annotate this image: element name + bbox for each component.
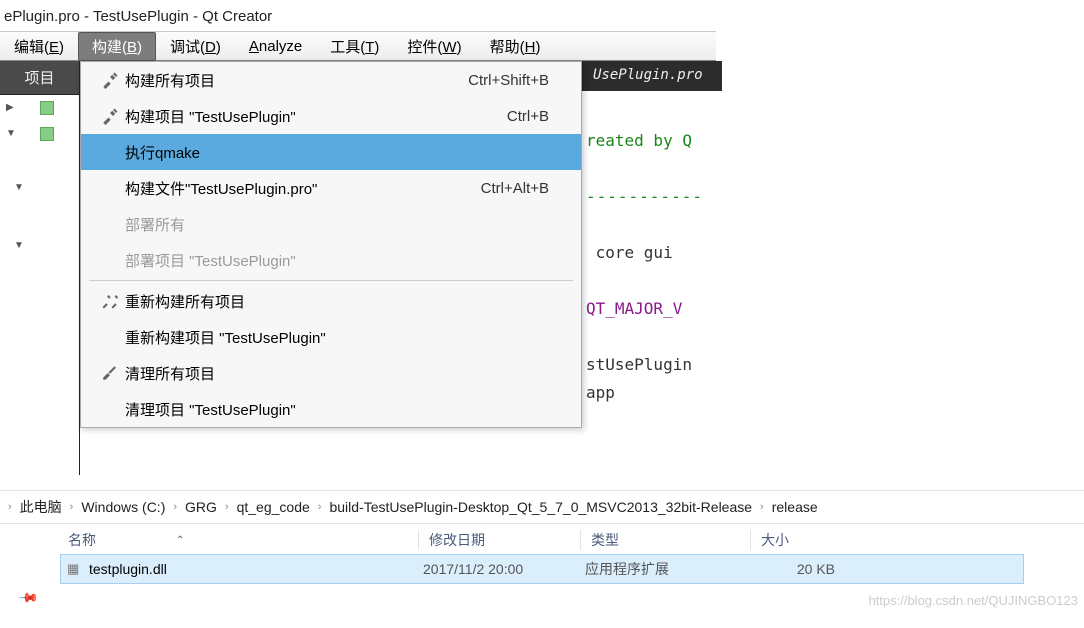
menu-build-all[interactable]: 构建所有项目 Ctrl+Shift+B <box>81 62 581 98</box>
menu-run-qmake[interactable]: 执行qmake <box>81 134 581 170</box>
menu-build[interactable]: 构建(B) <box>78 32 156 61</box>
menu-deploy-project: 部署项目 "TestUsePlugin" <box>81 242 581 278</box>
hammer-icon <box>95 71 125 89</box>
hammers-icon <box>95 292 125 310</box>
breadcrumb-seg[interactable]: release <box>772 499 818 515</box>
menu-debug[interactable]: 调试(D) <box>156 31 235 62</box>
chevron-right-icon: › <box>318 501 322 513</box>
menu-analyze[interactable]: Analyze <box>235 33 316 60</box>
broom-icon <box>95 364 125 382</box>
menu-build-project[interactable]: 构建项目 "TestUsePlugin" Ctrl+B <box>81 98 581 134</box>
chevron-down-icon: ▼ <box>14 182 26 194</box>
chevron-right-icon: › <box>225 501 229 513</box>
chevron-right-icon: › <box>760 501 764 513</box>
tree-row[interactable]: ▼ <box>0 233 79 259</box>
chevron-right-icon: › <box>70 501 74 513</box>
build-dropdown-menu: 构建所有项目 Ctrl+Shift+B 构建项目 "TestUsePlugin"… <box>80 61 582 428</box>
file-type: 应用程序扩展 <box>585 559 755 579</box>
menu-tools[interactable]: 工具(T) <box>316 31 393 62</box>
header-size[interactable]: 大小 <box>750 530 850 550</box>
file-size: 20 KB <box>755 561 835 577</box>
chevron-down-icon: ▼ <box>6 128 18 140</box>
menu-help[interactable]: 帮助(H) <box>476 31 555 62</box>
tree-row[interactable]: ▶ <box>0 95 79 121</box>
menu-build-file[interactable]: 构建文件"TestUsePlugin.pro" Ctrl+Alt+B <box>81 170 581 206</box>
menu-deploy-all: 部署所有 <box>81 206 581 242</box>
tree-row[interactable]: ▼ <box>0 121 79 147</box>
hammer-icon <box>95 107 125 125</box>
qt-project-icon <box>40 127 54 141</box>
menu-separator <box>89 280 573 281</box>
file-list-header[interactable]: 名称 ⌃ 修改日期 类型 大小 <box>0 524 1084 554</box>
editor-area: UsePlugin.pro reated by Q ----------- co… <box>582 61 722 443</box>
file-date: 2017/11/2 20:00 <box>423 561 585 577</box>
breadcrumb-seg[interactable]: qt_eg_code <box>237 499 310 515</box>
menu-rebuild-all[interactable]: 重新构建所有项目 <box>81 283 581 319</box>
file-row[interactable]: ▦ testplugin.dll 2017/11/2 20:00 应用程序扩展 … <box>60 554 1024 584</box>
menu-clean-all[interactable]: 清理所有项目 <box>81 355 581 391</box>
menu-edit[interactable]: 编辑(E) <box>0 31 78 62</box>
file-name: testplugin.dll <box>89 561 423 577</box>
header-date[interactable]: 修改日期 <box>418 530 580 550</box>
editor-tab[interactable]: UsePlugin.pro <box>582 61 722 91</box>
side-tab: 项目 ▶ ▼ ▼ ▼ <box>0 61 80 475</box>
header-name[interactable]: 名称 ⌃ <box>68 530 418 550</box>
side-tab-projects[interactable]: 项目 <box>0 61 79 95</box>
chevron-down-icon: ▼ <box>14 240 26 252</box>
explorer-section: › 此电脑 › Windows (C:) › GRG › qt_eg_code … <box>0 490 1084 584</box>
sort-asc-icon: ⌃ <box>176 535 184 546</box>
breadcrumb-seg[interactable]: 此电脑 <box>20 497 62 517</box>
chevron-right-icon: › <box>173 501 177 513</box>
tree-row[interactable]: ▼ <box>0 175 79 201</box>
breadcrumb-seg[interactable]: Windows (C:) <box>81 499 165 515</box>
chevron-right-icon: › <box>8 501 12 513</box>
window-title: ePlugin.pro - TestUsePlugin - Qt Creator <box>0 0 1084 31</box>
menu-bar: 编辑(E) 构建(B) 调试(D) Analyze 工具(T) 控件(W) 帮助… <box>0 31 716 61</box>
watermark: https://blog.csdn.net/QUJINGBO123 <box>868 593 1078 608</box>
qt-project-icon <box>40 101 54 115</box>
menu-clean-project[interactable]: 清理项目 "TestUsePlugin" <box>81 391 581 427</box>
header-type[interactable]: 类型 <box>580 530 750 550</box>
pin-icon[interactable]: 📌 <box>17 587 40 610</box>
chevron-right-icon: ▶ <box>6 102 18 114</box>
menu-rebuild-project[interactable]: 重新构建项目 "TestUsePlugin" <box>81 319 581 355</box>
breadcrumb[interactable]: › 此电脑 › Windows (C:) › GRG › qt_eg_code … <box>0 490 1084 524</box>
breadcrumb-seg[interactable]: build-TestUsePlugin-Desktop_Qt_5_7_0_MSV… <box>329 499 752 515</box>
menu-widgets[interactable]: 控件(W) <box>393 31 475 62</box>
dll-file-icon: ▦ <box>67 561 89 577</box>
editor-content[interactable]: reated by Q ----------- core gui QT_MAJO… <box>582 91 722 443</box>
breadcrumb-seg[interactable]: GRG <box>185 499 217 515</box>
